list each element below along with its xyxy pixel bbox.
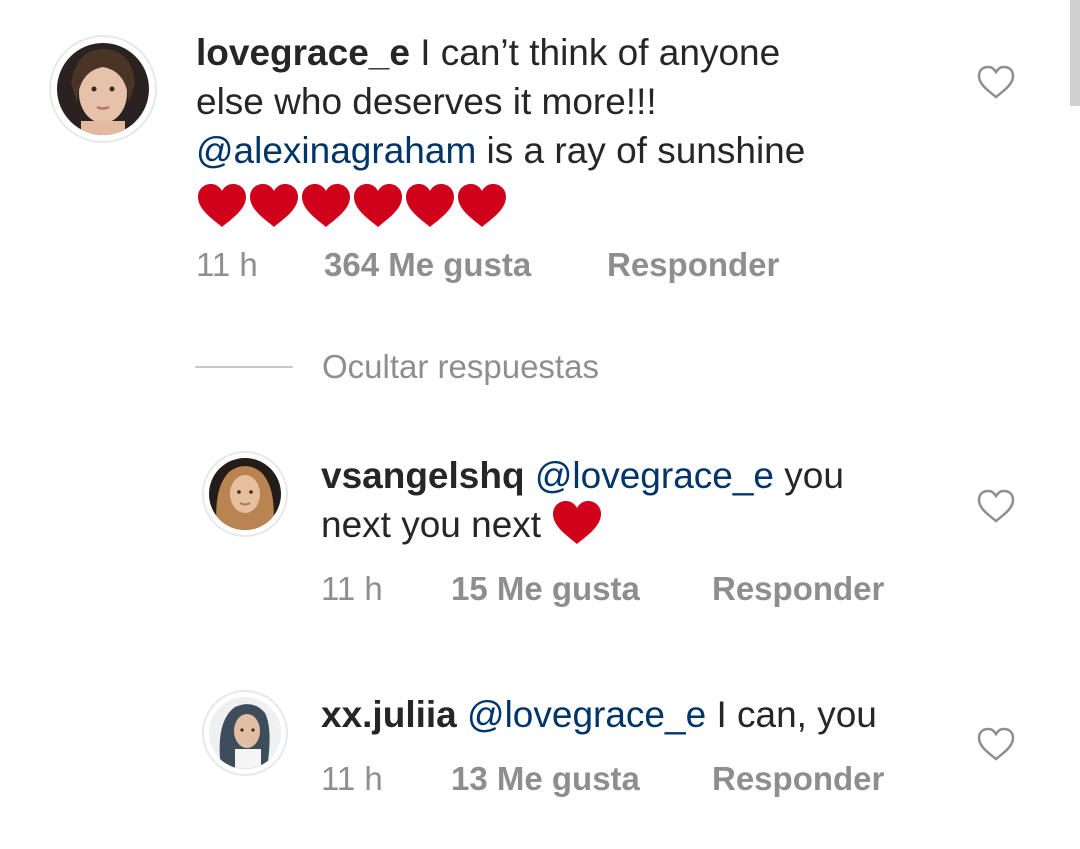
likes-count[interactable]: 364 Me gusta (324, 246, 531, 284)
mention-link[interactable]: @lovegrace_e (535, 455, 774, 496)
heart-outline-icon[interactable] (976, 726, 1016, 762)
red-heart-emoji (198, 184, 246, 228)
red-heart-emoji (302, 184, 350, 228)
reply-text: vsangelshq @lovegrace_e you next you nex… (321, 451, 961, 549)
reply-body-line2: next you next (321, 504, 552, 545)
red-heart-emoji (458, 184, 506, 228)
heart-emoji-row (196, 179, 956, 229)
hide-replies-button[interactable]: Ocultar respuestas (322, 348, 599, 386)
reply-button[interactable]: Responder (712, 760, 884, 798)
reply-button[interactable]: Responder (607, 246, 779, 284)
comment-text: lovegrace_e I can’t think of anyone else… (196, 28, 956, 229)
replies-divider (195, 366, 293, 368)
avatar-photo (209, 458, 281, 530)
comment-body: I can’t think of anyone (409, 32, 781, 73)
reply-time: 11 h (321, 570, 383, 607)
likes-count[interactable]: 13 Me gusta (451, 760, 640, 798)
red-heart-emoji (250, 184, 298, 228)
reply-username[interactable]: xx.juliia (321, 694, 457, 735)
likes-count[interactable]: 15 Me gusta (451, 570, 640, 608)
reply-body: you (774, 455, 844, 496)
comment-body-line2: else who deserves it more!!! (196, 81, 657, 122)
comment-time: 11 h (196, 246, 258, 283)
avatar-photo (209, 697, 281, 769)
comment-username[interactable]: lovegrace_e (196, 32, 410, 73)
red-heart-emoji (354, 184, 402, 228)
reply-text: xx.juliia @lovegrace_e I can, you (321, 690, 961, 739)
avatar-photo (57, 43, 149, 135)
red-heart-emoji (406, 184, 454, 228)
reply-time: 11 h (321, 760, 383, 797)
mention-link[interactable]: @alexinagraham (196, 130, 476, 171)
avatar-vsangelshq[interactable] (202, 451, 288, 537)
heart-outline-icon[interactable] (976, 64, 1016, 100)
reply-button[interactable]: Responder (712, 570, 884, 608)
reply-username[interactable]: vsangelshq (321, 455, 525, 496)
red-heart-emoji (553, 501, 602, 545)
scrollbar[interactable] (1070, 0, 1080, 106)
heart-outline-icon[interactable] (976, 488, 1016, 524)
reply-body: I can, you (706, 694, 877, 735)
comment-body-line3: is a ray of sunshine (476, 130, 806, 171)
avatar-lovegrace-e[interactable] (49, 35, 157, 143)
avatar-xx-juliia[interactable] (202, 690, 288, 776)
mention-link[interactable]: @lovegrace_e (467, 694, 706, 735)
